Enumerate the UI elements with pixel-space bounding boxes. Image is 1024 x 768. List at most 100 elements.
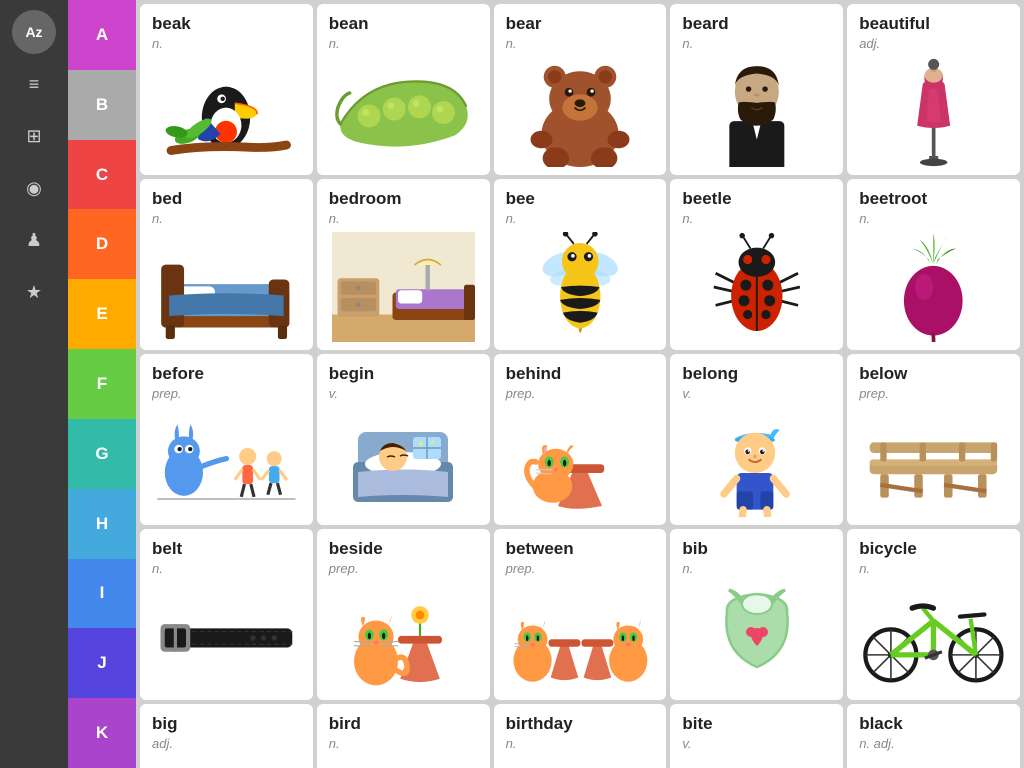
svg-text:★: ★ <box>430 439 435 446</box>
sidebar-item-j[interactable]: J <box>68 628 136 698</box>
word-illustration <box>859 57 1008 167</box>
word-title: bedroom <box>329 189 478 209</box>
sidebar-item-a[interactable]: A <box>68 0 136 70</box>
word-card-black[interactable]: black n. adj. <box>847 704 1020 768</box>
word-card-bicycle[interactable]: bicycle n. <box>847 529 1020 700</box>
word-pos: v. <box>682 386 831 401</box>
word-title: bed <box>152 189 301 209</box>
word-card-bird[interactable]: bird n. <box>317 704 490 768</box>
word-illustration <box>152 582 301 692</box>
word-pos: n. <box>859 211 1008 226</box>
word-title: bicycle <box>859 539 1008 559</box>
star-icon-button[interactable]: ★ <box>12 270 56 314</box>
grid-icon-button[interactable]: ⊞ <box>12 114 56 158</box>
word-card-begin[interactable]: begin v. <box>317 354 490 525</box>
word-pos: n. <box>682 561 831 576</box>
word-illustration: ★ ★ <box>329 407 478 517</box>
word-card-beautiful[interactable]: beautiful adj. <box>847 4 1020 175</box>
word-pos: n. <box>152 36 301 51</box>
word-illustration <box>682 582 831 692</box>
word-pos: n. <box>682 36 831 51</box>
word-card-beak[interactable]: beak n. <box>140 4 313 175</box>
word-card-beetle[interactable]: beetle n. <box>670 179 843 350</box>
sidebar-item-d[interactable]: D <box>68 209 136 279</box>
word-title: beetroot <box>859 189 1008 209</box>
word-title: bird <box>329 714 478 734</box>
word-card-bedroom[interactable]: bedroom n. <box>317 179 490 350</box>
word-card-beside[interactable]: beside prep. <box>317 529 490 700</box>
sidebar-item-k[interactable]: K <box>68 698 136 768</box>
word-pos: prep. <box>152 386 301 401</box>
az-icon-button[interactable]: Az <box>12 10 56 54</box>
word-card-belt[interactable]: belt n. <box>140 529 313 700</box>
sidebar-item-g[interactable]: G <box>68 419 136 489</box>
word-pos: v. <box>329 386 478 401</box>
word-pos: prep. <box>329 561 478 576</box>
word-row-5: big adj. bird n. birthday n. bite v. bla… <box>140 704 1020 768</box>
sidebar-item-b[interactable]: B <box>68 70 136 140</box>
word-title: bean <box>329 14 478 34</box>
word-card-big[interactable]: big adj. <box>140 704 313 768</box>
word-illustration <box>859 407 1008 517</box>
menu-icon-button[interactable]: ≡ <box>12 62 56 106</box>
word-card-birthday[interactable]: birthday n. <box>494 704 667 768</box>
word-card-bee[interactable]: bee n. <box>494 179 667 350</box>
word-illustration <box>506 407 655 517</box>
word-card-bib[interactable]: bib n. <box>670 529 843 700</box>
word-illustration <box>859 582 1008 692</box>
sidebar-item-c[interactable]: C <box>68 140 136 210</box>
word-card-bean[interactable]: bean n. <box>317 4 490 175</box>
word-illustration <box>682 232 831 342</box>
sidebar-item-e[interactable]: E <box>68 279 136 349</box>
word-title: black <box>859 714 1008 734</box>
word-title: bib <box>682 539 831 559</box>
sidebar-item-f[interactable]: F <box>68 349 136 419</box>
svg-text:★: ★ <box>417 439 424 448</box>
word-pos: adj. <box>859 36 1008 51</box>
word-pos: n. <box>329 36 478 51</box>
word-pos: v. <box>682 736 831 751</box>
word-card-beetroot[interactable]: beetroot n. <box>847 179 1020 350</box>
word-illustration <box>682 57 831 167</box>
word-card-belong[interactable]: belong v. <box>670 354 843 525</box>
word-card-beard[interactable]: beard n. <box>670 4 843 175</box>
word-title: beak <box>152 14 301 34</box>
word-title: bee <box>506 189 655 209</box>
word-illustration <box>506 232 655 342</box>
word-title: belong <box>682 364 831 384</box>
alphabet-sidebar: A B C D E F G H I J K <box>68 0 136 768</box>
icon-sidebar: Az ≡ ⊞ ◉ ♟ ★ <box>0 0 68 768</box>
word-illustration <box>682 407 831 517</box>
word-card-below[interactable]: below prep. <box>847 354 1020 525</box>
person-icon-button[interactable]: ◉ <box>12 166 56 210</box>
word-title: below <box>859 364 1008 384</box>
word-row-2: bed n. <box>140 179 1020 350</box>
chess-icon-button[interactable]: ♟ <box>12 218 56 262</box>
word-title: bear <box>506 14 655 34</box>
word-row-1: beak n. <box>140 4 1020 175</box>
word-illustration <box>152 407 301 517</box>
word-pos: n. <box>859 561 1008 576</box>
word-pos: n. <box>682 211 831 226</box>
word-pos: n. <box>506 736 655 751</box>
word-title: big <box>152 714 301 734</box>
word-card-before[interactable]: before prep. <box>140 354 313 525</box>
word-row-3: before prep. <box>140 354 1020 525</box>
word-grid: beak n. <box>136 0 1024 768</box>
word-title: begin <box>329 364 478 384</box>
sidebar-item-i[interactable]: I <box>68 559 136 629</box>
sidebar-item-h[interactable]: H <box>68 489 136 559</box>
word-title: birthday <box>506 714 655 734</box>
word-illustration <box>329 57 478 167</box>
word-card-bear[interactable]: bear n. <box>494 4 667 175</box>
word-pos: n. <box>152 211 301 226</box>
word-title: before <box>152 364 301 384</box>
word-title: beard <box>682 14 831 34</box>
word-card-bed[interactable]: bed n. <box>140 179 313 350</box>
word-card-between[interactable]: between prep. <box>494 529 667 700</box>
word-title: behind <box>506 364 655 384</box>
word-card-behind[interactable]: behind prep. <box>494 354 667 525</box>
word-pos: n. adj. <box>859 736 1008 751</box>
word-card-bite[interactable]: bite v. <box>670 704 843 768</box>
word-illustration <box>859 232 1008 342</box>
